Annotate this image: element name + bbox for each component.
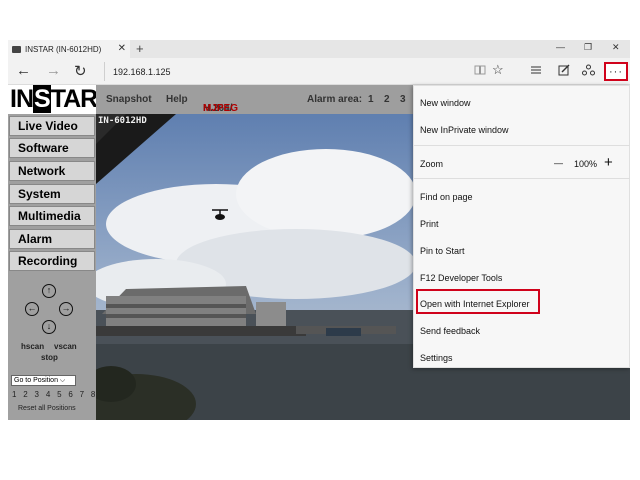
ptz-down-arrow-icon[interactable]: ↓	[42, 320, 56, 334]
more-actions-button[interactable]: ···	[604, 62, 628, 81]
position-numbers[interactable]: 1 2 3 4 5 6 7 8	[12, 390, 98, 399]
alarm-area-2[interactable]: 2	[384, 94, 390, 105]
tab-bar: INSTAR (IN-6012HD) ✕ + — ❐ ✕	[8, 40, 630, 58]
goto-position-select[interactable]: Go to Position ⌵	[11, 375, 76, 386]
menu-divider	[414, 178, 630, 179]
zoom-level: 100%	[574, 159, 598, 169]
reading-view-icon[interactable]	[474, 64, 486, 79]
camera-favicon-icon	[12, 45, 21, 53]
snapshot-link[interactable]: Snapshot	[106, 94, 152, 105]
menu-f12-developer-tools[interactable]: F12 Developer Tools	[420, 273, 502, 283]
tab-close-icon[interactable]: ✕	[118, 43, 126, 54]
close-window-icon[interactable]: ✕	[612, 42, 620, 53]
zoom-in-button[interactable]: +	[604, 154, 613, 171]
hub-icon[interactable]	[530, 64, 542, 79]
menu-pin-to-start[interactable]: Pin to Start	[420, 246, 465, 256]
refresh-button[interactable]: ↻	[74, 62, 87, 80]
stop-button[interactable]: stop	[41, 353, 58, 362]
ie-option-highlight	[416, 289, 540, 314]
nav-network[interactable]: Network	[9, 161, 95, 181]
menu-zoom-label: Zoom	[420, 159, 444, 169]
nav-multimedia[interactable]: Multimedia	[9, 206, 95, 226]
nav-live-video[interactable]: Live Video	[9, 116, 95, 136]
zoom-out-button[interactable]: —	[554, 158, 563, 168]
back-button[interactable]: ←	[16, 62, 31, 79]
menu-divider	[414, 145, 630, 146]
address-bar-row: ← → ↻ ☆ ···	[8, 58, 630, 85]
alarm-area-3[interactable]: 3	[400, 94, 406, 105]
browser-window: INSTAR (IN-6012HD) ✕ + — ❐ ✕ ← → ↻ ☆ ···…	[8, 40, 630, 420]
vscan-button[interactable]: vscan	[54, 342, 77, 351]
menu-settings[interactable]: Settings	[420, 353, 453, 363]
ptz-up-arrow-icon[interactable]: ↑	[42, 284, 56, 298]
new-tab-button[interactable]: +	[136, 41, 144, 56]
nav-system[interactable]: System	[9, 184, 95, 204]
ptz-right-arrow-icon[interactable]: →	[59, 302, 73, 316]
menu-find-on-page[interactable]: Find on page	[420, 192, 473, 202]
nav-software[interactable]: Software	[9, 138, 95, 158]
reset-all-positions-link[interactable]: Reset all Positions	[18, 405, 76, 412]
minimize-icon[interactable]: —	[556, 42, 565, 52]
nav-alarm[interactable]: Alarm	[9, 229, 95, 249]
help-link[interactable]: Help	[166, 94, 188, 105]
menu-print[interactable]: Print	[420, 219, 439, 229]
menu-send-feedback[interactable]: Send feedback	[420, 326, 480, 336]
instar-logo: INSTAR	[8, 85, 98, 114]
browser-tab[interactable]: INSTAR (IN-6012HD) ✕	[8, 40, 130, 58]
web-note-icon[interactable]	[558, 64, 570, 79]
chevron-down-icon: ⌵	[59, 377, 66, 384]
restore-icon[interactable]: ❐	[584, 42, 592, 53]
tab-title: INSTAR (IN-6012HD)	[25, 44, 102, 54]
hscan-button[interactable]: hscan	[21, 342, 44, 351]
forward-button[interactable]: →	[46, 62, 61, 79]
menu-new-window[interactable]: New window	[420, 98, 471, 108]
more-actions-menu: New window New InPrivate window Zoom — 1…	[413, 85, 630, 368]
nav-recording[interactable]: Recording	[9, 251, 95, 271]
alarm-area-label: Alarm area:	[307, 94, 363, 105]
favorite-star-icon[interactable]: ☆	[492, 62, 504, 78]
address-input[interactable]	[104, 62, 444, 81]
ptz-left-arrow-icon[interactable]: ←	[25, 302, 39, 316]
menu-new-inprivate-window[interactable]: New InPrivate window	[420, 125, 509, 135]
share-icon[interactable]	[582, 64, 595, 79]
camera-osd-label: IN-6012HD	[98, 116, 147, 126]
alarm-area-1[interactable]: 1	[368, 94, 374, 105]
